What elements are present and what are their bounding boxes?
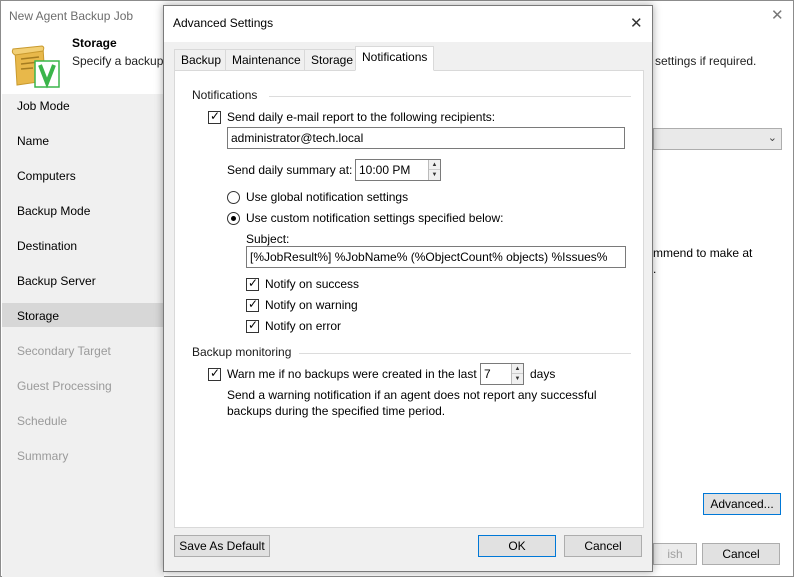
finish-button: ish	[653, 543, 697, 565]
checkmark-icon: ✓	[248, 276, 259, 290]
sidebar-item-backup-mode[interactable]: Backup Mode	[17, 202, 90, 220]
storage-scroll-icon	[9, 43, 63, 91]
sidebar-item-schedule: Schedule	[17, 414, 68, 428]
notify-error-label: Notify on error	[265, 319, 342, 333]
daily-summary-time-value: 10:00 PM	[359, 163, 411, 177]
wizard-cancel-button[interactable]: Cancel	[702, 543, 780, 565]
use-global-settings-radio[interactable]	[227, 191, 240, 204]
dialog-body: Backup Maintenance Storage Notifications…	[164, 42, 652, 571]
sidebar-item-destination[interactable]: Destination	[17, 237, 77, 255]
warn-no-backups-checkbox[interactable]: ✓	[208, 366, 221, 381]
sidebar-item-name[interactable]: Name	[17, 132, 49, 150]
spin-down-icon[interactable]: ▼	[512, 374, 523, 384]
chevron-down-icon: ⌄	[767, 132, 777, 144]
sidebar-item-storage[interactable]: Storage	[17, 307, 59, 325]
tab-backup[interactable]: Backup	[174, 49, 229, 70]
wizard-close-icon[interactable]: ✕	[771, 6, 784, 24]
wizard-step-description-tail: settings if required.	[655, 54, 757, 68]
recommendation-text-tail: .	[653, 262, 657, 276]
recommendation-text: mmend to make at	[653, 246, 753, 260]
tab-notifications[interactable]: Notifications	[355, 46, 435, 71]
daily-summary-time-label: Send daily summary at:	[227, 163, 353, 177]
use-custom-settings-radio[interactable]	[227, 212, 240, 225]
spin-up-icon[interactable]: ▲	[429, 160, 440, 170]
wizard-step-description: Specify a backup	[72, 54, 164, 68]
checkmark-icon: ✓	[248, 318, 259, 332]
radio-selected-dot	[231, 216, 236, 221]
spin-up-icon[interactable]: ▲	[512, 364, 523, 374]
ok-button[interactable]: OK	[478, 535, 556, 557]
notifications-group-label: Notifications	[192, 88, 258, 102]
notify-warning-checkbox[interactable]: ✓	[246, 297, 259, 312]
subject-input[interactable]: [%JobResult%] %JobName% (%ObjectCount% o…	[246, 246, 626, 268]
warn-days-value: 7	[484, 367, 491, 381]
use-global-settings-label: Use global notification settings	[246, 190, 409, 204]
dialog-title: Advanced Settings	[173, 16, 274, 30]
monitoring-description-line1: Send a warning notification if an agent …	[227, 388, 597, 402]
backup-monitoring-group-label: Backup monitoring	[192, 345, 292, 359]
notifications-tab-panel: Notifications ✓ Send daily e-mail report…	[174, 70, 644, 528]
notify-warning-label: Notify on warning	[265, 298, 358, 312]
sidebar-item-backup-server[interactable]: Backup Server	[17, 272, 96, 290]
days-spinner[interactable]: ▲ ▼	[511, 364, 523, 384]
recipients-input[interactable]: administrator@tech.local	[227, 127, 625, 149]
sidebar-item-computers[interactable]: Computers	[17, 167, 76, 185]
subject-label: Subject:	[246, 232, 290, 246]
group-divider	[269, 96, 631, 97]
sidebar-item-job-mode[interactable]: Job Mode	[17, 97, 70, 115]
warn-days-stepper[interactable]: 7 ▲ ▼	[480, 363, 524, 385]
dialog-cancel-button[interactable]: Cancel	[564, 535, 642, 557]
monitoring-description-line2: backups during the specified time period…	[227, 404, 446, 418]
daily-summary-time-picker[interactable]: 10:00 PM ▲ ▼	[355, 159, 441, 181]
wizard-title: New Agent Backup Job	[9, 9, 134, 23]
notify-success-label: Notify on success	[265, 277, 360, 291]
group-divider	[299, 353, 631, 354]
notify-error-checkbox[interactable]: ✓	[246, 318, 259, 333]
tab-storage[interactable]: Storage	[304, 49, 361, 70]
checkmark-icon: ✓	[210, 109, 221, 123]
checkmark-icon: ✓	[248, 297, 259, 311]
use-custom-settings-label: Use custom notification settings specifi…	[246, 211, 504, 225]
backup-repository-dropdown[interactable]: ⌄	[653, 128, 782, 150]
dialog-close-icon[interactable]: ✕	[630, 14, 643, 32]
time-spinner[interactable]: ▲ ▼	[428, 160, 440, 180]
sidebar-item-guest-processing: Guest Processing	[17, 379, 112, 393]
sidebar-item-summary: Summary	[17, 449, 69, 463]
spin-down-icon[interactable]: ▼	[429, 170, 440, 180]
wizard-sidebar: Job Mode Name Computers Backup Mode Dest…	[2, 94, 164, 577]
checkmark-icon: ✓	[210, 366, 221, 380]
advanced-settings-dialog: Advanced Settings ✕ Backup Maintenance S…	[163, 5, 653, 572]
days-unit-label: days	[530, 367, 556, 381]
warn-no-backups-label: Warn me if no backups were created in th…	[227, 367, 477, 381]
save-as-default-button[interactable]: Save As Default	[174, 535, 270, 557]
notify-success-checkbox[interactable]: ✓	[246, 276, 259, 291]
sidebar-item-secondary-target: Secondary Target	[17, 344, 111, 358]
send-daily-report-label: Send daily e-mail report to the followin…	[227, 110, 496, 124]
send-daily-report-checkbox[interactable]: ✓	[208, 109, 221, 124]
advanced-button[interactable]: Advanced...	[703, 493, 781, 515]
wizard-step-title: Storage	[72, 36, 117, 50]
tab-maintenance[interactable]: Maintenance	[225, 49, 308, 70]
